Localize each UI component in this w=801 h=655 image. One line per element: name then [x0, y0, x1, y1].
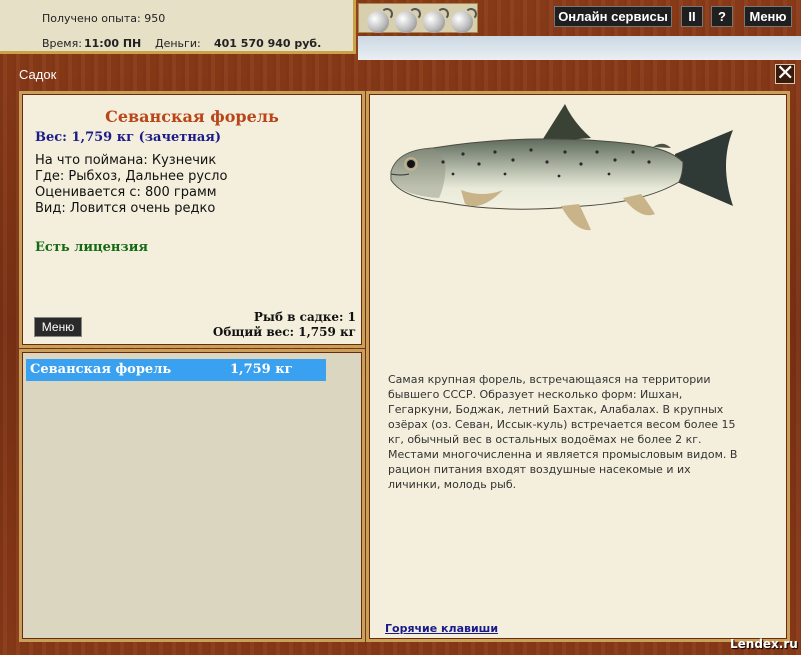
list-item-name: Севанская форель — [30, 362, 172, 377]
fish-count: Рыб в садке: 1 — [253, 310, 356, 324]
time-label: Время: — [42, 37, 82, 50]
catch-location: Где: Рыбхоз, Дальнее русло — [35, 169, 228, 184]
fish-name: Севанская форель — [105, 107, 279, 126]
list-item[interactable]: Севанская форель 1,759 кг — [26, 359, 326, 381]
window-title: Садок — [19, 67, 57, 82]
keepnet-menu-button[interactable]: Меню — [34, 317, 82, 337]
hotkeys-link[interactable]: Горячие клавиши — [385, 622, 498, 635]
caught-on: На что поймана: Кузнечик — [35, 153, 217, 168]
license-status: Есть лицензия — [35, 240, 148, 255]
pause-button[interactable]: II — [681, 6, 703, 27]
help-button[interactable]: ? — [711, 6, 733, 27]
bait-icon[interactable] — [367, 8, 393, 33]
fish-info-panel: Севанская форель Вес: 1,759 кг (зачетная… — [19, 91, 365, 348]
bait-icon[interactable] — [423, 8, 449, 33]
valued-from: Оценивается с: 800 грамм — [35, 185, 217, 200]
sky-strip — [358, 36, 801, 60]
fish-illustration — [390, 104, 733, 231]
bait-icon[interactable] — [395, 8, 421, 33]
player-stats-panel: Получено опыта: 950 Время: 11:00 ПН День… — [0, 0, 356, 54]
time-value: 11:00 ПН — [84, 37, 142, 50]
menu-button[interactable]: Меню — [744, 6, 792, 27]
fish-description-text: Самая крупная форель, встречающаяся на т… — [388, 373, 738, 491]
experience-label: Получено опыта: 950 — [42, 12, 166, 25]
list-item-weight: 1,759 кг — [230, 362, 293, 377]
watermark: Lendex.ru — [730, 637, 798, 651]
money-label: Деньги: — [155, 37, 201, 50]
fish-list-panel: Севанская форель 1,759 кг — [19, 349, 365, 642]
experience-value: 950 — [144, 12, 166, 25]
fish-kind: Вид: Ловится очень редко — [35, 201, 216, 216]
fish-weight: Вес: 1,759 кг (зачетная) — [35, 130, 222, 145]
online-services-button[interactable]: Онлайн сервисы — [554, 6, 672, 27]
total-weight: Общий вес: 1,759 кг — [212, 325, 356, 339]
fish-description-panel: Самая крупная форель, встречающаяся на т… — [366, 91, 790, 642]
money-value: 401 570 940 руб. — [214, 37, 322, 50]
bait-slots — [358, 3, 478, 33]
bait-icon[interactable] — [451, 8, 477, 33]
close-icon[interactable]: ✕ — [775, 63, 795, 85]
